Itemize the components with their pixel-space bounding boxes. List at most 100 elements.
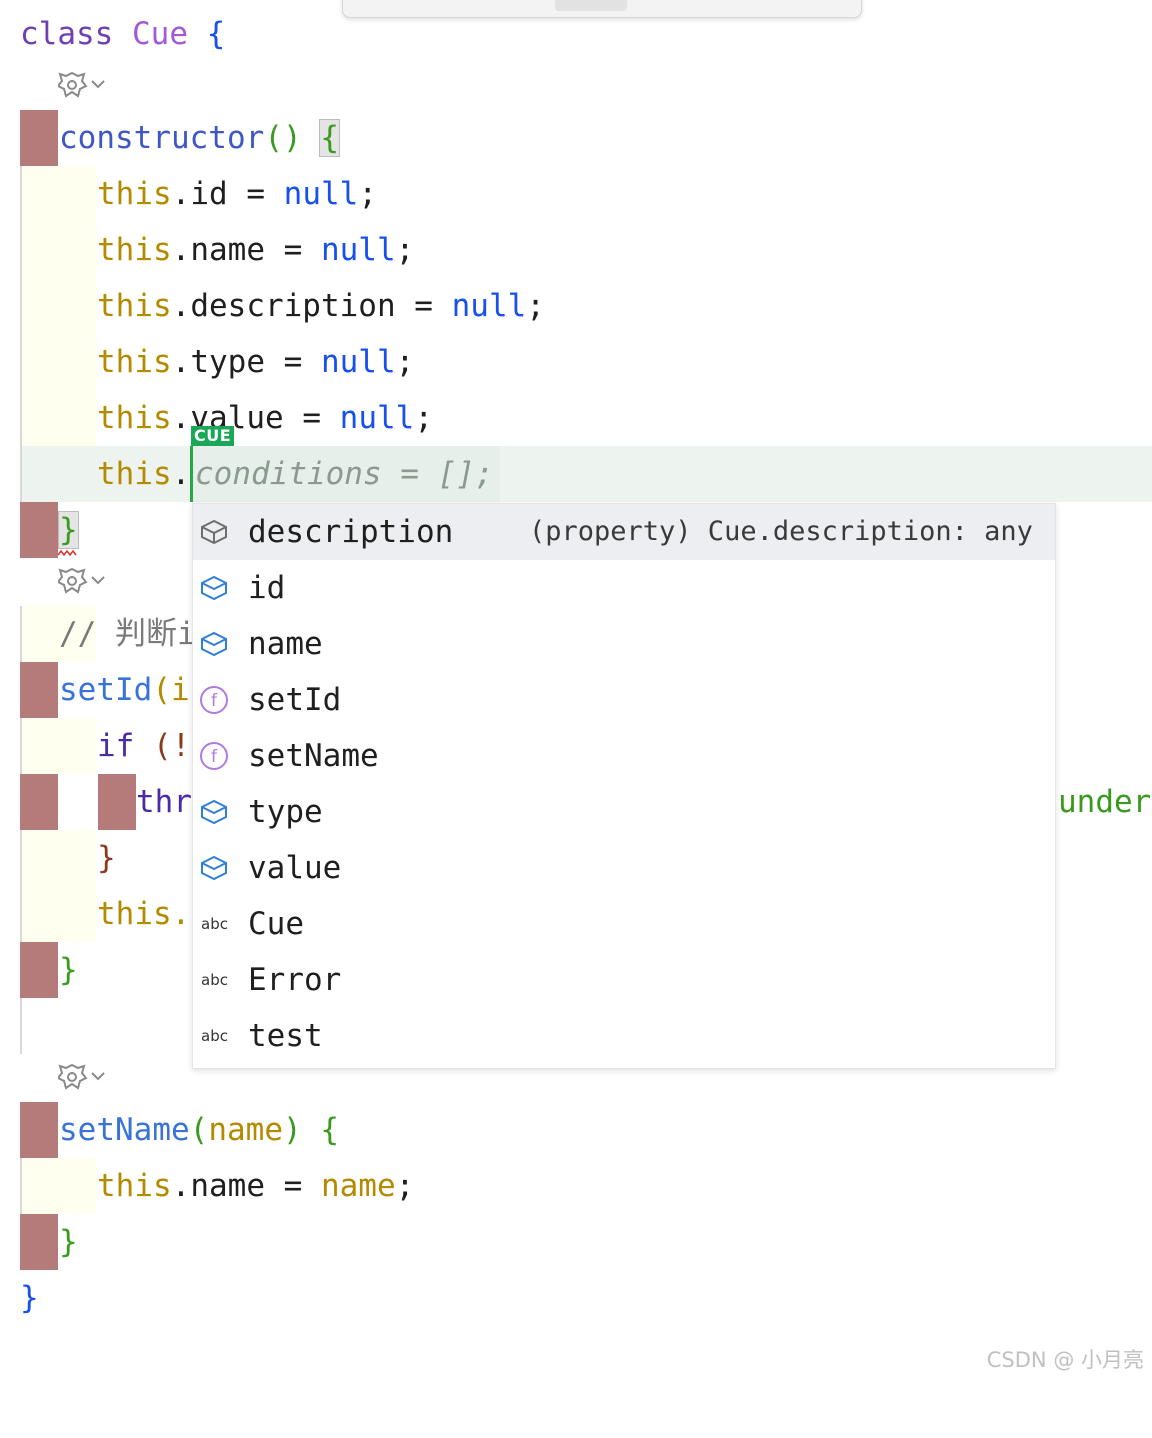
completion-item[interactable]: abc Error xyxy=(193,952,1055,1008)
chevron-down-icon xyxy=(91,1072,105,1081)
function-icon: f xyxy=(200,686,228,714)
constructor-name: constructor xyxy=(59,120,265,156)
text-icon: abc xyxy=(201,915,228,933)
dot: . xyxy=(171,344,191,380)
gear-icon[interactable] xyxy=(58,70,114,100)
code-line[interactable]: } xyxy=(0,1270,1152,1326)
property-icon xyxy=(201,799,227,825)
completion-label: Error xyxy=(248,962,342,998)
this-keyword: this xyxy=(97,1168,172,1204)
setName-open-brace: { xyxy=(320,1112,339,1148)
error-squiggle xyxy=(58,550,77,556)
code-line[interactable]: this.name = null; xyxy=(0,222,1152,278)
if-close-brace: } xyxy=(97,840,116,876)
code-line[interactable]: } xyxy=(0,1214,1152,1270)
code-line[interactable]: setName(name) { xyxy=(0,1102,1152,1158)
class-open-brace: { xyxy=(206,16,226,52)
code-line[interactable]: this.description = null; xyxy=(0,278,1152,334)
semicolon: ; xyxy=(395,344,415,380)
this-keyword: this xyxy=(97,232,172,268)
function-icon: f xyxy=(200,742,228,770)
null-keyword: null xyxy=(283,176,359,212)
completion-label: Cue xyxy=(248,906,304,942)
dot: . xyxy=(171,176,191,212)
completion-item[interactable]: f setId xyxy=(193,672,1055,728)
code-line[interactable]: this.value = null; xyxy=(0,390,1152,446)
code-line[interactable]: this.name = name; xyxy=(0,1158,1152,1214)
completion-label: id xyxy=(248,570,286,606)
completion-label: type xyxy=(248,794,323,830)
completion-label: description xyxy=(248,514,454,550)
assign-op: = xyxy=(395,288,452,324)
chevron-down-icon xyxy=(91,576,105,585)
if-paren: (! xyxy=(134,728,191,764)
completion-hint: (property) Cue.description: any xyxy=(529,516,1033,547)
code-line[interactable]: class Cue { xyxy=(0,6,1152,62)
this-keyword: this xyxy=(97,176,172,212)
param-ref: name xyxy=(320,1168,396,1204)
chevron-down-icon xyxy=(91,80,105,89)
constructor-open-brace: { xyxy=(319,119,340,157)
completion-item[interactable]: abc Cue xyxy=(193,896,1055,952)
code-line[interactable]: constructor() { xyxy=(0,110,1152,166)
class-name: Cue xyxy=(132,16,188,52)
constructor-parens: () xyxy=(264,120,302,156)
svg-text:f: f xyxy=(211,691,218,711)
dot: . xyxy=(171,400,191,436)
code-vision-gear[interactable] xyxy=(58,1062,118,1092)
throw-keyword: thr xyxy=(136,784,192,820)
code-vision-gear[interactable] xyxy=(58,70,118,100)
completion-item[interactable]: abc test xyxy=(193,1008,1055,1064)
completion-item[interactable]: description (property) Cue.description: … xyxy=(193,504,1055,560)
completion-popup[interactable]: description (property) Cue.description: … xyxy=(192,503,1056,1069)
inline-ghost-completion[interactable]: conditions = []; xyxy=(195,446,494,502)
gear-icon[interactable] xyxy=(58,566,114,596)
setName-name: setName xyxy=(59,1112,190,1148)
setName-close-brace: } xyxy=(59,1224,78,1260)
setId-name: setId xyxy=(59,672,153,708)
null-keyword: null xyxy=(320,232,396,268)
code-line[interactable]: this.id = null; xyxy=(0,166,1152,222)
completion-item[interactable]: name xyxy=(193,616,1055,672)
property-type: type xyxy=(190,344,265,380)
completion-label: value xyxy=(248,850,342,886)
class-close-brace: } xyxy=(20,1280,39,1316)
this-keyword: this xyxy=(97,344,172,380)
setId-close-brace: } xyxy=(59,952,78,988)
completion-item[interactable]: type xyxy=(193,784,1055,840)
property-id: id xyxy=(190,176,228,212)
if-keyword: if xyxy=(97,728,135,764)
property-icon xyxy=(201,519,227,545)
completion-label: setName xyxy=(248,738,379,774)
dot: . xyxy=(171,232,191,268)
text-icon: abc xyxy=(201,971,228,989)
null-keyword: null xyxy=(320,344,396,380)
null-keyword: null xyxy=(451,288,527,324)
code-editor[interactable]: class Cue { constructor() { this.id = nu… xyxy=(0,0,1152,1380)
semicolon: ; xyxy=(358,176,377,212)
property-name: name xyxy=(190,232,265,268)
dot: . xyxy=(171,1168,191,1204)
gear-icon[interactable] xyxy=(58,1062,114,1092)
dot: . xyxy=(171,288,191,324)
completion-label: setId xyxy=(248,682,342,718)
completion-label: name xyxy=(248,626,323,662)
watermark: CSDN @ 小月亮 xyxy=(986,1348,1144,1372)
this-keyword: this xyxy=(97,400,172,436)
semicolon: ; xyxy=(395,1168,415,1204)
code-vision-gear[interactable] xyxy=(58,566,118,596)
assign-op: = xyxy=(264,232,321,268)
completion-item[interactable]: f setName xyxy=(193,728,1055,784)
setId-args: (i xyxy=(152,672,190,708)
completion-label: test xyxy=(248,1018,323,1054)
svg-text:f: f xyxy=(211,747,218,767)
constructor-close-brace: } xyxy=(58,511,79,549)
semicolon: ; xyxy=(395,232,415,268)
completion-item[interactable]: value xyxy=(193,840,1055,896)
code-line[interactable]: this.type = null; xyxy=(0,334,1152,390)
code-line-current[interactable]: this. conditions = []; xyxy=(0,446,1152,502)
completion-item[interactable]: id xyxy=(193,560,1055,616)
semicolon: ; xyxy=(526,288,545,324)
null-keyword: null xyxy=(339,400,415,436)
this-keyword: this xyxy=(97,288,172,324)
